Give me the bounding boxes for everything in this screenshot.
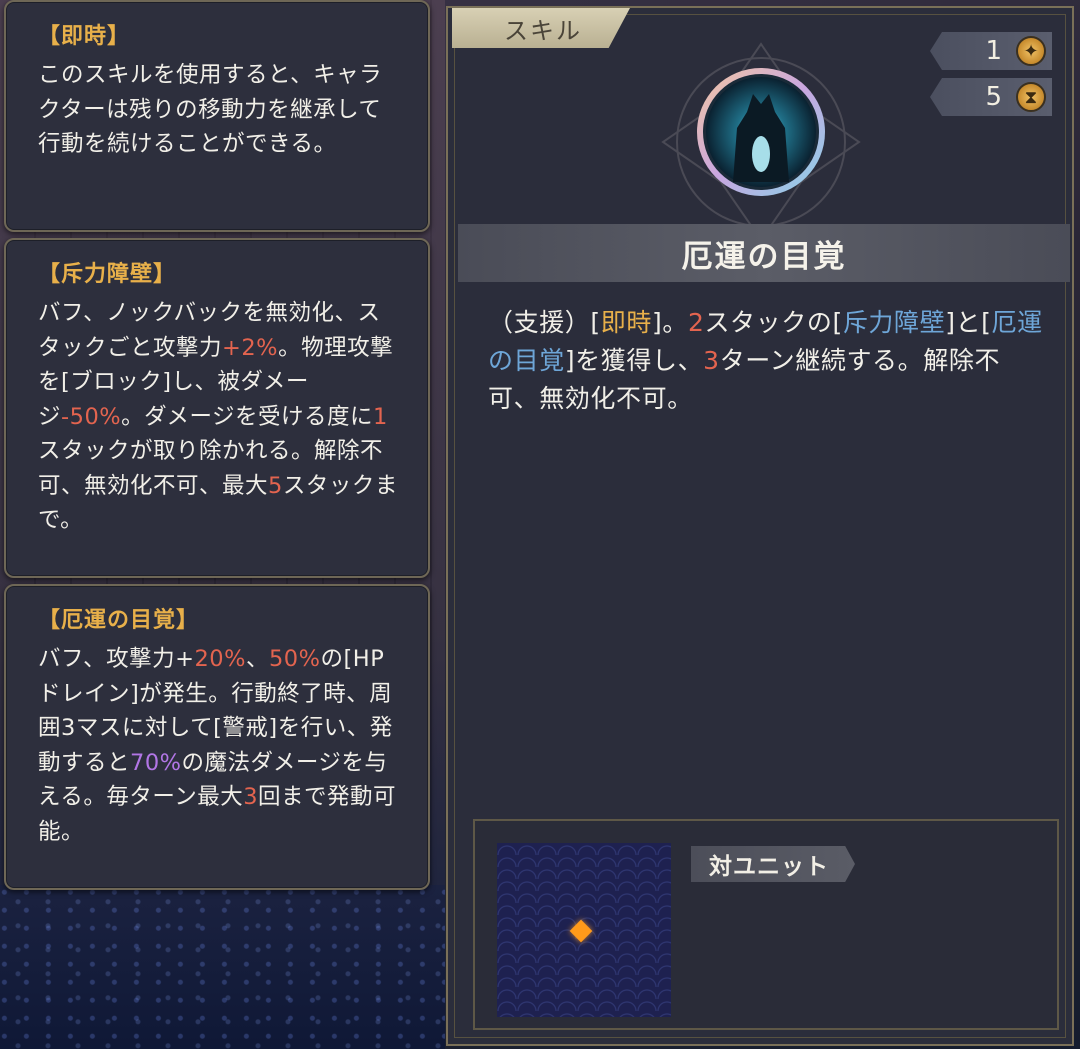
keyword-description: このスキルを使用すると、キャラクターは残りの移動力を継承して行動を続けることがで…	[38, 58, 398, 162]
tab-skill[interactable]: スキル	[452, 8, 630, 48]
text-segment: -50%	[61, 403, 122, 430]
text-segment: 斥力障壁	[842, 308, 946, 337]
text-segment: ]と[	[945, 308, 992, 337]
text-segment: 5	[268, 472, 283, 499]
keyword-description: バフ、ノックバックを無効化、スタックごと攻撃力+2%。物理攻撃を[ブロック]し、…	[38, 296, 398, 538]
text-segment: 。ダメージを受ける度に	[121, 403, 374, 430]
keyword-card-doom-awakening: 【厄運の目覚】 バフ、攻撃力+20%、50%の[HPドレイン]が発生。行動終了時…	[4, 584, 430, 890]
keyword-card-repulsion-barrier: 【斥力障壁】 バフ、ノックバックを無効化、スタックごと攻撃力+2%。物理攻撃を[…	[4, 238, 430, 578]
keyword-title: 【斥力障壁】	[38, 262, 177, 287]
star-cost-icon: ✦	[1016, 36, 1046, 66]
text-segment: +2%	[222, 334, 279, 361]
text-segment: 70%	[130, 749, 182, 776]
text-segment: 3	[243, 784, 259, 810]
skill-name: 厄運の目覚	[458, 224, 1070, 282]
text-segment: バフ、攻撃力+	[38, 646, 195, 672]
range-grid-map	[497, 843, 671, 1017]
text-segment: ]。	[651, 308, 688, 337]
text-segment: 20%	[194, 646, 246, 672]
skill-emblem	[661, 42, 861, 242]
text-segment: 3	[703, 346, 720, 375]
background-water	[0, 885, 445, 1049]
target-range-box: 対ユニット	[473, 819, 1059, 1030]
text-segment: 1	[373, 403, 388, 430]
skill-description: （支援）[即時]。2スタックの[斥力障壁]と[厄運の目覚]を獲得し、3ターン継続…	[488, 304, 1050, 418]
keyword-card-instant: 【即時】 このスキルを使用すると、キャラクターは残りの移動力を継承して行動を続け…	[4, 0, 430, 232]
text-segment: スタックの[	[704, 308, 843, 337]
skill-detail-panel: スキル 1 ✦ 5 ⧗ 厄運の目覚 （支援）[即時]。2スタックの[斥力障壁]と…	[446, 6, 1074, 1046]
keyword-title: 【即時】	[38, 24, 131, 49]
skill-cost-value: 1	[985, 36, 1002, 66]
text-segment: 2	[687, 308, 705, 337]
text-segment: 50%	[268, 646, 321, 672]
skill-cooldown-badge: 5 ⧗	[930, 78, 1052, 116]
text-segment: 即時	[600, 308, 652, 337]
keyword-title: 【厄運の目覚】	[38, 608, 200, 633]
text-segment: このスキルを使用すると、キャラクターは残りの移動力を継承して行動を続けることがで…	[38, 62, 383, 157]
text-segment: （支援）[	[488, 308, 601, 337]
skill-cooldown-value: 5	[985, 82, 1002, 112]
hourglass-icon: ⧗	[1016, 82, 1046, 112]
target-diamond-icon	[569, 919, 593, 943]
skill-cost-badge: 1 ✦	[930, 32, 1052, 70]
spirit-flame-icon	[752, 136, 770, 172]
keyword-description: バフ、攻撃力+20%、50%の[HPドレイン]が発生。行動終了時、周囲3マスに対…	[38, 642, 398, 849]
text-segment: ]を獲得し、	[564, 346, 704, 375]
target-type-label: 対ユニット	[691, 846, 855, 882]
text-segment: 、	[245, 646, 269, 672]
